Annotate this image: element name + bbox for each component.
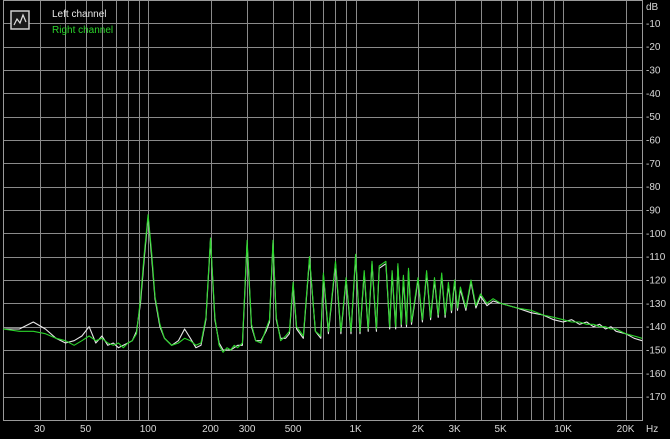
y-tick-label: -140 xyxy=(646,322,666,333)
y-tick-label: -70 xyxy=(646,159,661,170)
y-tick-label: -40 xyxy=(646,89,661,100)
legend-right-channel: Right channel xyxy=(52,25,113,36)
y-unit-label: dB xyxy=(646,2,659,13)
y-tick-label: -130 xyxy=(646,299,666,310)
legend-icon[interactable] xyxy=(10,10,30,30)
x-tick-label: 50 xyxy=(80,424,92,435)
y-tick-label: -110 xyxy=(646,252,666,263)
y-tick-label: -160 xyxy=(646,369,666,380)
spectrum-chart: -10 -20 -30 -40 -50 -60 -70 -80 -90 -100 -110 -120 -… xyxy=(0,0,670,439)
x-tick-label: 30 xyxy=(34,424,46,435)
y-tick-label: -100 xyxy=(646,229,666,240)
x-tick-label: 1K xyxy=(349,424,362,435)
x-tick-label: 5K xyxy=(495,424,508,435)
y-tick-label: -10 xyxy=(646,19,661,30)
x-tick-label: 10K xyxy=(554,424,572,435)
y-tick-label: -90 xyxy=(646,206,661,217)
x-tick-label: 500 xyxy=(285,424,302,435)
y-tick-label: -60 xyxy=(646,136,661,147)
y-tick-label: -50 xyxy=(646,112,661,123)
legend-left-channel: Left channel xyxy=(52,9,107,20)
y-tick-label: -170 xyxy=(646,392,666,403)
y-tick-label: -80 xyxy=(646,182,661,193)
x-tick-label: 300 xyxy=(239,424,256,435)
y-tick-label: -120 xyxy=(646,276,666,287)
y-tick-label: -20 xyxy=(646,42,661,53)
x-tick-label: 200 xyxy=(202,424,219,435)
x-tick-label: 100 xyxy=(140,424,157,435)
x-unit-label: Hz xyxy=(646,424,658,435)
y-tick-label: -30 xyxy=(646,66,661,77)
x-tick-label: 20K xyxy=(617,424,635,435)
y-tick-label: -150 xyxy=(646,346,666,357)
x-tick-label: 3K xyxy=(448,424,461,435)
x-tick-label: 2K xyxy=(412,424,425,435)
